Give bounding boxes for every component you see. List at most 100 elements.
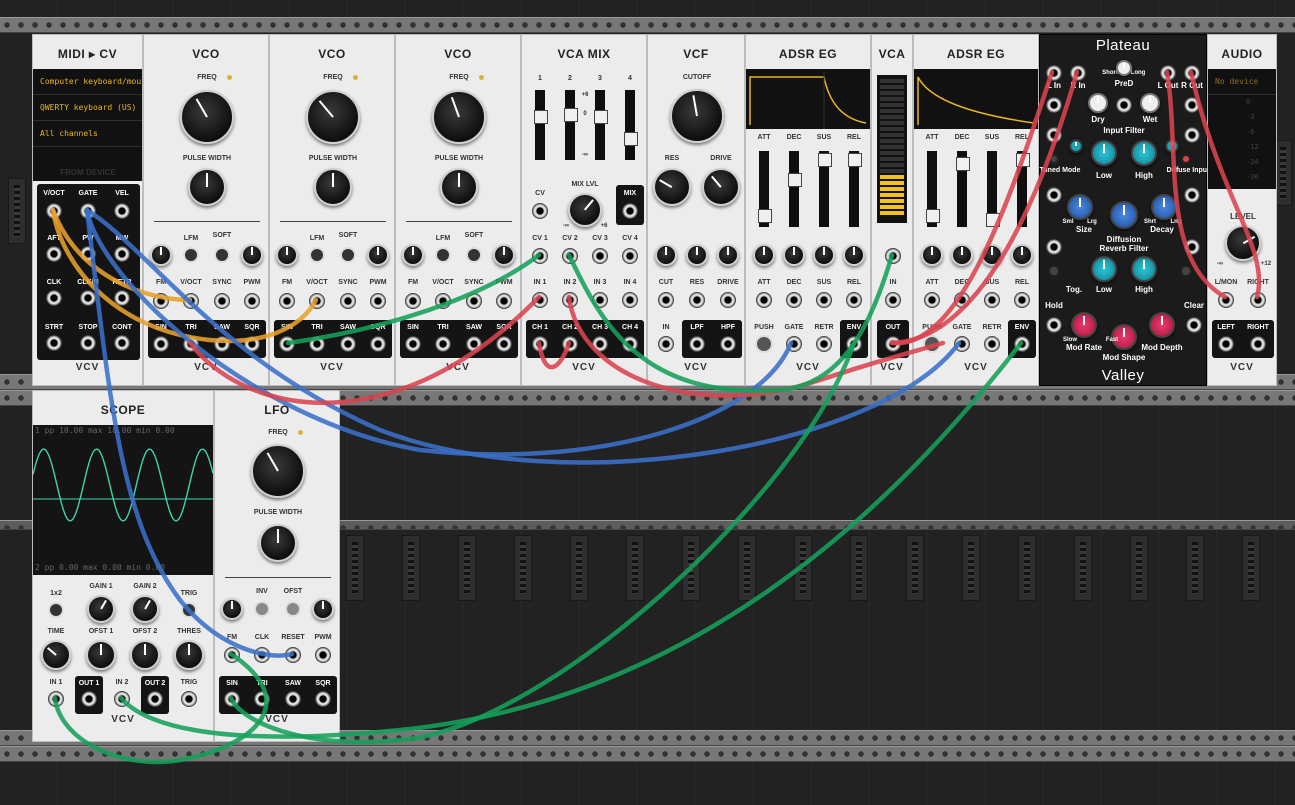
saw-output-jack[interactable]: [466, 336, 482, 352]
sin-output-jack[interactable]: [405, 336, 421, 352]
res-cv-jack[interactable]: [689, 292, 705, 308]
tri-output-jack[interactable]: [309, 336, 325, 352]
vel-jack[interactable]: [114, 203, 130, 219]
res-knob[interactable]: [653, 168, 691, 206]
input-low-atten-knob[interactable]: [1069, 139, 1083, 153]
input-low-cv-jack[interactable]: [1046, 127, 1062, 143]
dry-cv-jack[interactable]: [1046, 97, 1062, 113]
sqr-output-jack[interactable]: [496, 336, 512, 352]
pwm-knob[interactable]: [241, 244, 263, 266]
tri-output-jack[interactable]: [183, 336, 199, 352]
cv4-jack[interactable]: [622, 248, 638, 264]
sin-output-jack[interactable]: [153, 336, 169, 352]
pulse-width-knob[interactable]: [188, 168, 226, 206]
hpf-output-jack[interactable]: [720, 336, 736, 352]
cv2-jack[interactable]: [562, 248, 578, 264]
midi-driver[interactable]: Computer keyboard/mouse: [33, 69, 142, 95]
pwm-jack[interactable]: [370, 293, 386, 309]
attack-slider[interactable]: [758, 151, 772, 227]
voct-jack[interactable]: [46, 203, 62, 219]
retr-input-jack[interactable]: [816, 336, 832, 352]
ch1-output-jack[interactable]: [532, 336, 548, 352]
gain1-knob[interactable]: [87, 595, 115, 623]
lpf-output-jack[interactable]: [689, 336, 705, 352]
decay-cv-jack[interactable]: [1184, 187, 1200, 203]
retr-jack[interactable]: [114, 290, 130, 306]
midi-channel[interactable]: All channels: [33, 121, 142, 147]
input-high-knob[interactable]: [1131, 140, 1157, 166]
env-output-jack[interactable]: [1014, 336, 1030, 352]
attack-cv-jack[interactable]: [756, 292, 772, 308]
decay-knob[interactable]: [1151, 194, 1177, 220]
soft-switch[interactable]: [340, 247, 356, 263]
saw-output-jack[interactable]: [214, 336, 230, 352]
reverb-high-cv-jack[interactable]: [1184, 239, 1200, 255]
fm-knob[interactable]: [276, 244, 298, 266]
predelay-knob[interactable]: [1116, 60, 1132, 76]
right-out-jack[interactable]: [1184, 65, 1200, 81]
freq-knob[interactable]: [306, 90, 360, 144]
sqr-output-jack[interactable]: [244, 336, 260, 352]
lfm-switch[interactable]: [309, 247, 325, 263]
pwm-jack[interactable]: [244, 293, 260, 309]
ch4-output-jack[interactable]: [622, 336, 638, 352]
voct-input-jack[interactable]: [183, 293, 199, 309]
fm-jack[interactable]: [279, 293, 295, 309]
fm-knob[interactable]: [221, 598, 243, 620]
gate-jack[interactable]: [80, 203, 96, 219]
retr-input-jack[interactable]: [984, 336, 1000, 352]
mod-rate-knob[interactable]: [1071, 312, 1097, 338]
diffuse-input-button[interactable]: [1181, 154, 1191, 164]
lfo-fm-jack[interactable]: [224, 647, 240, 663]
decay-cv-knob[interactable]: [783, 244, 805, 266]
1x2-button[interactable]: [48, 602, 64, 618]
ch2-output-jack[interactable]: [562, 336, 578, 352]
audio-device-label[interactable]: No device: [1208, 69, 1276, 95]
ofst2-knob[interactable]: [130, 640, 160, 670]
decay-slider[interactable]: [788, 151, 802, 227]
sustain-cv-knob[interactable]: [981, 244, 1003, 266]
in1-jack[interactable]: [532, 292, 548, 308]
sqr-output-jack[interactable]: [370, 336, 386, 352]
gate-input-jack[interactable]: [954, 336, 970, 352]
sustain-cv-knob[interactable]: [813, 244, 835, 266]
ch3-output-jack[interactable]: [592, 336, 608, 352]
drive-knob[interactable]: [702, 168, 740, 206]
lfo-sqr-jack[interactable]: [315, 691, 331, 707]
scope-trig-jack[interactable]: [181, 691, 197, 707]
diffusion-knob[interactable]: [1110, 201, 1138, 229]
push-button[interactable]: [923, 335, 941, 353]
tuned-mode-button[interactable]: [1049, 154, 1059, 164]
clk-jack[interactable]: [46, 290, 62, 306]
lfm-switch[interactable]: [435, 247, 451, 263]
env-output-jack[interactable]: [846, 336, 862, 352]
pwm-knob[interactable]: [312, 598, 334, 620]
gate-input-jack[interactable]: [786, 336, 802, 352]
right-input-jack[interactable]: [1250, 292, 1266, 308]
sustain-slider[interactable]: [818, 151, 832, 227]
attack-cv-knob[interactable]: [921, 244, 943, 266]
freq-knob[interactable]: [432, 90, 486, 144]
right-output-jack[interactable]: [1250, 336, 1266, 352]
lfo-clk-jack[interactable]: [254, 647, 270, 663]
level-knob[interactable]: [1225, 225, 1261, 261]
level-slider-4[interactable]: [624, 90, 638, 160]
scope-out2-jack[interactable]: [147, 691, 163, 707]
soft-switch[interactable]: [466, 247, 482, 263]
fm-knob[interactable]: [150, 244, 172, 266]
reverb-high-knob[interactable]: [1131, 256, 1157, 282]
lfo-pwm-jack[interactable]: [315, 647, 331, 663]
freq-knob[interactable]: [180, 90, 234, 144]
release-cv-jack[interactable]: [1014, 292, 1030, 308]
vca-out-jack[interactable]: [885, 336, 901, 352]
drive-cv-jack[interactable]: [720, 292, 736, 308]
lfm-switch[interactable]: [183, 247, 199, 263]
lfo-freq-knob[interactable]: [251, 444, 305, 498]
release-slider[interactable]: [848, 151, 862, 227]
decay-cv-knob[interactable]: [951, 244, 973, 266]
sustain-cv-jack[interactable]: [984, 292, 1000, 308]
freeze-toggle[interactable]: [1048, 265, 1060, 277]
clear-jack[interactable]: [1186, 317, 1202, 333]
vcf-in-jack[interactable]: [658, 336, 674, 352]
predelay-cv-jack[interactable]: [1116, 97, 1132, 113]
